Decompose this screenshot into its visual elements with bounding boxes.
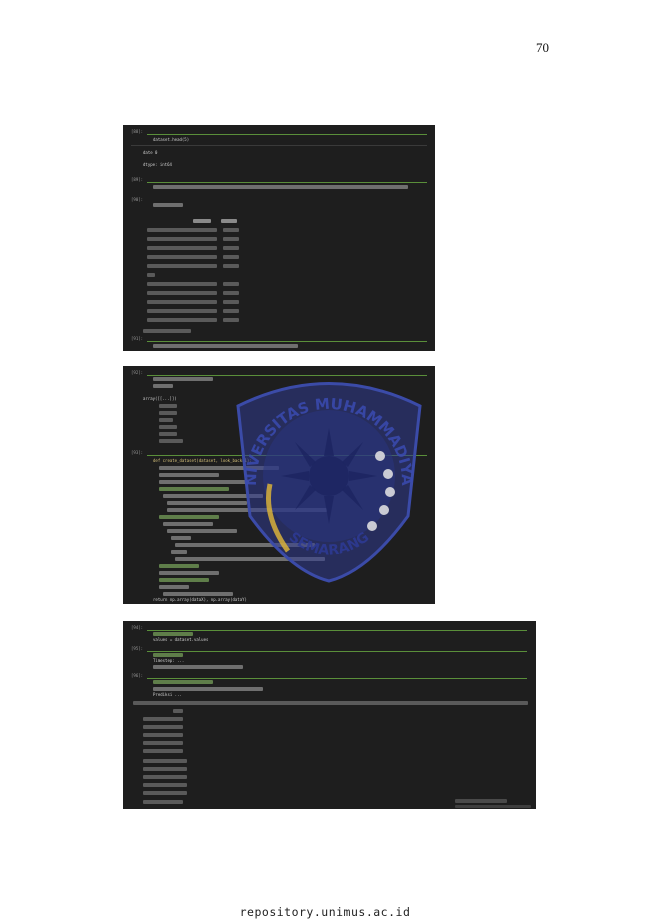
code-line: [171, 550, 187, 554]
code-line: [167, 508, 327, 512]
output-line: dtype: int64: [143, 162, 172, 167]
output-line: [159, 418, 173, 422]
code-line: [159, 571, 219, 575]
cell-prompt: [96]:: [131, 673, 144, 678]
output-line: [159, 439, 183, 443]
cell-input-border: [147, 630, 527, 631]
cell-prompt: [95]:: [131, 646, 144, 651]
output-line: [143, 725, 183, 729]
cell-input-border: [147, 182, 427, 183]
cell-prompt: [90]:: [131, 197, 144, 202]
output-line: [159, 425, 177, 429]
cell-prompt: [91]:: [131, 336, 144, 341]
activate-windows-notice: [455, 799, 507, 803]
output-line: [143, 733, 183, 737]
code-line: return np.array(dataX), np.array(dataY): [153, 597, 247, 602]
code-line: [153, 680, 213, 684]
output-line: [159, 432, 177, 436]
code-line: [153, 377, 213, 381]
output-line: [143, 783, 187, 787]
code-line: [167, 501, 247, 505]
output-line: [173, 709, 183, 713]
cell-prompt: [92]:: [131, 370, 144, 375]
output-line: [159, 411, 177, 415]
cell-input-border: [147, 651, 527, 652]
output-line: array([[...]]): [143, 396, 177, 401]
cell-input-border: [147, 678, 527, 679]
output-line: [143, 800, 183, 804]
code-line: [153, 653, 183, 657]
code-line: [175, 557, 325, 561]
activate-windows-notice: [455, 805, 531, 808]
cell-prompt: [88]:: [131, 129, 144, 134]
code-line: [159, 515, 219, 519]
cell-input-border: [147, 455, 427, 456]
notebook-screenshot-1: [88]: dataset.head(5) date 0 dtype: int6…: [123, 125, 435, 351]
code-line: [153, 384, 173, 388]
cell-prompt: [89]:: [131, 177, 144, 182]
code-line: [163, 522, 213, 526]
output-line: [143, 749, 183, 753]
code-line: [163, 494, 263, 498]
cell-input-border: [147, 375, 427, 376]
output-line: [159, 404, 177, 408]
output-line: [143, 717, 183, 721]
code-line: [153, 665, 243, 669]
page-number: 70: [536, 40, 549, 55]
cell-prompt: [94]:: [131, 625, 144, 630]
output-line: [143, 791, 187, 795]
code-line: [159, 578, 209, 582]
code-line: dataset.head(5): [153, 137, 190, 142]
repository-footer: repository.unimus.ac.id: [239, 905, 411, 919]
code-line: [159, 487, 229, 491]
code-line: [153, 185, 408, 189]
code-line: Timestep: ...: [153, 658, 185, 663]
code-line: [153, 203, 183, 207]
code-line: [153, 632, 193, 636]
code-line: [159, 466, 279, 470]
code-line: Prediksi ...: [153, 692, 182, 697]
code-line: [163, 592, 233, 596]
output-line: [143, 759, 187, 763]
code-line: values = dataset.values: [153, 637, 209, 642]
output-line: [143, 775, 187, 779]
notebook-screenshot-3: [94]: values = dataset.values [95]: Time…: [123, 621, 536, 809]
code-line: [171, 536, 191, 540]
code-line: [153, 687, 263, 691]
code-line: [159, 564, 199, 568]
code-line: [159, 480, 249, 484]
output-line: [143, 767, 187, 771]
code-line: [153, 344, 298, 348]
cell-input-border: [147, 341, 427, 342]
output-line: [143, 741, 183, 745]
notebook-screenshot-2: [92]: array([[...]]) [93]: def create_da…: [123, 366, 435, 604]
code-line: def create_dataset(dataset, look_back=1)…: [153, 458, 252, 463]
output-line: [133, 701, 528, 705]
code-line: [159, 585, 189, 589]
code-line: [167, 529, 237, 533]
output-line: date 0: [143, 150, 158, 155]
code-line: [159, 473, 219, 477]
code-line: [175, 543, 315, 547]
cell-input-border: [147, 134, 427, 135]
cell-separator: [131, 145, 427, 146]
cell-prompt: [93]:: [131, 450, 144, 455]
